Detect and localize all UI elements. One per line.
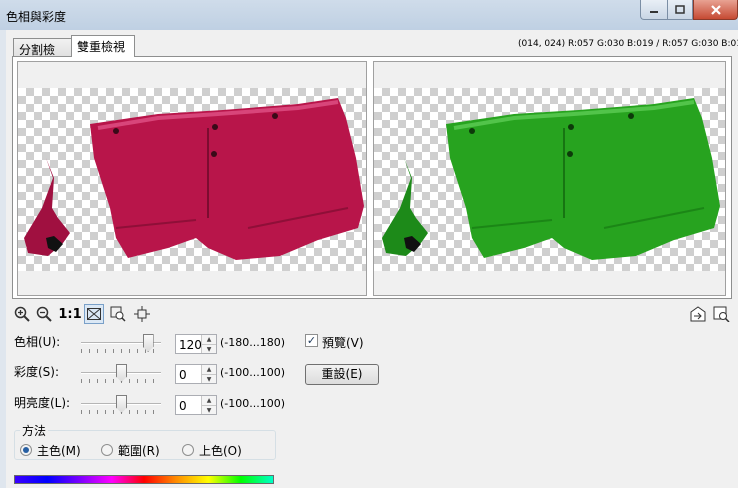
original-preview-pane[interactable] [17,61,367,296]
maximize-button[interactable] [667,0,693,20]
minimize-button[interactable] [640,0,667,20]
zoom-out-button[interactable] [34,304,54,324]
preview-window-button[interactable] [712,304,732,324]
export-button[interactable] [688,304,708,324]
preview-label[interactable]: 預覽(V) [322,334,364,351]
maximize-icon [675,4,685,14]
actual-size-button[interactable]: 1:1 [58,304,82,324]
adjusted-preview-pane[interactable] [373,61,726,296]
close-button[interactable] [693,0,738,20]
hue-label: 色相(U): [14,335,61,349]
preview-checkbox[interactable]: ✓ [305,334,318,347]
fit-window-icon [87,308,101,320]
radio-colorize-label[interactable]: 上色(O) [199,442,242,459]
navigator-button[interactable] [108,304,128,324]
zoom-in-icon [14,306,30,322]
export-icon [690,306,706,322]
lightness-range: (-100...100) [220,397,286,410]
close-icon [710,4,721,15]
saturation-label: 彩度(S): [14,365,60,379]
hue-spectrum-bar [14,475,274,484]
lightness-spin-arrows[interactable]: ▲ ▼ [201,396,216,414]
saturation-value[interactable]: 0 [179,368,187,382]
radio-range[interactable] [101,444,113,456]
pan-icon [134,306,150,322]
navigator-icon [110,306,126,322]
hue-range: (-180...180) [220,336,286,349]
lightness-value[interactable]: 0 [179,399,187,413]
reset-button[interactable]: 重設(E) [305,364,379,385]
tab-split-view[interactable]: 分割檢視 [13,38,72,74]
radio-colorize[interactable] [182,444,194,456]
shorts-image-original [24,98,364,260]
hue-spin-arrows[interactable]: ▲ ▼ [201,335,216,353]
hue-value[interactable]: 120 [179,338,202,352]
method-group-label: 方法 [20,422,49,439]
radio-master-label[interactable]: 主色(M) [37,442,81,459]
hue-stepper[interactable]: 120 ▲ ▼ [175,334,217,354]
window-title: 色相與彩度 [6,10,67,24]
pan-button[interactable] [132,304,152,324]
minimize-icon [650,10,658,13]
shorts-image-adjusted [382,98,720,260]
zoom-out-icon [36,306,52,322]
tab-dual-view[interactable]: 雙重檢視 [71,35,135,57]
fit-window-button[interactable] [84,304,104,324]
title-bar: 色相與彩度 [0,0,738,30]
zoom-in-button[interactable] [12,304,32,324]
saturation-range: (-100...100) [220,366,286,379]
view-area [12,56,732,299]
pixel-info-readout: (014, 024) R:057 G:030 B:019 / R:057 G:0… [518,39,738,49]
saturation-stepper[interactable]: 0 ▲ ▼ [175,364,217,384]
lightness-label: 明亮度(L): [14,396,71,410]
radio-master[interactable] [20,444,32,456]
preview-window-icon [713,306,730,322]
dialog-body: 分割檢視 雙重檢視 (014, 024) R:057 G:030 B:019 /… [6,30,738,488]
lightness-stepper[interactable]: 0 ▲ ▼ [175,395,217,415]
radio-range-label[interactable]: 範圍(R) [118,442,160,459]
saturation-spin-arrows[interactable]: ▲ ▼ [201,365,216,383]
